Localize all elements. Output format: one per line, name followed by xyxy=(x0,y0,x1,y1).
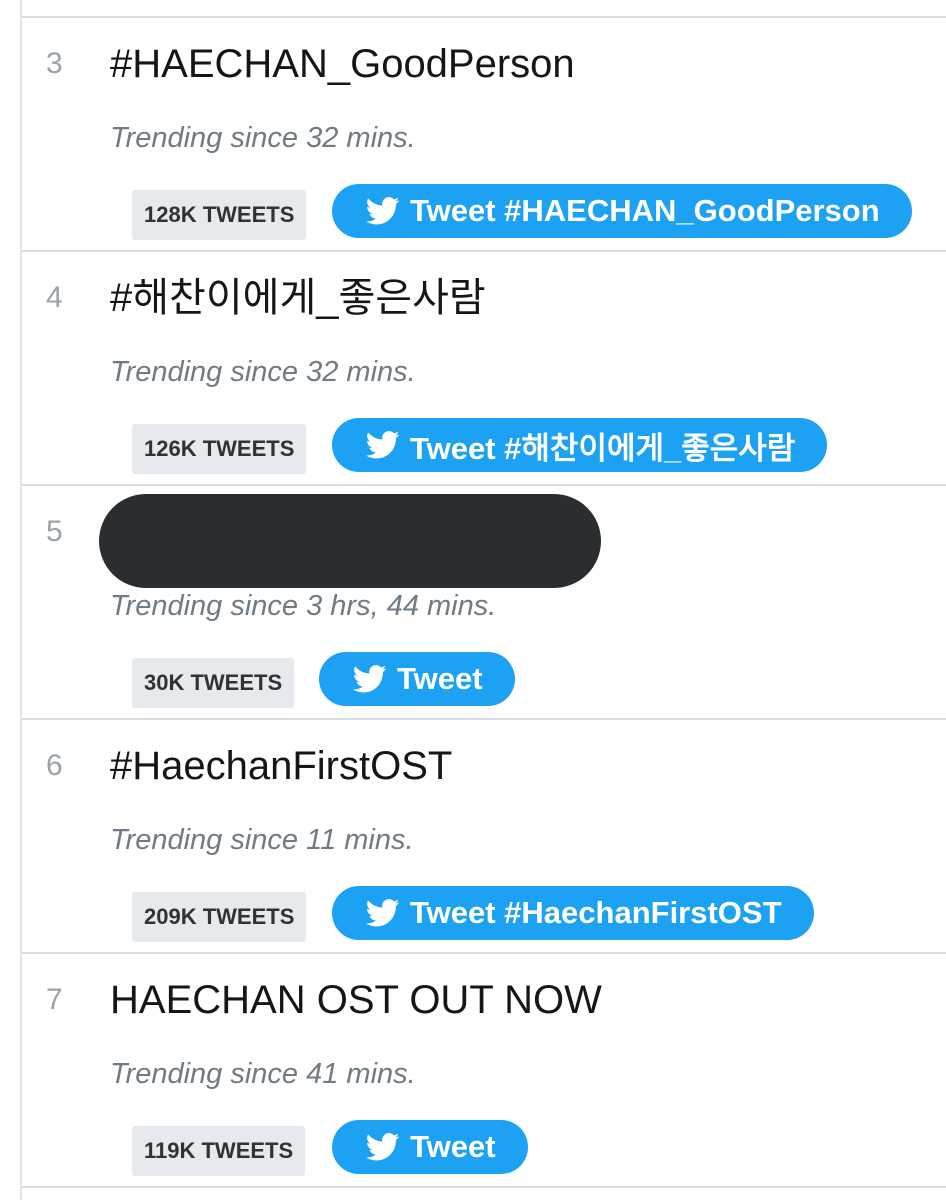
tweet-button[interactable]: Tweet xyxy=(332,1120,528,1174)
tweet-button-label: Tweet #HAECHAN_GoodPerson xyxy=(410,193,880,228)
trends-list: 3 #HAECHAN_GoodPerson Trending since 32 … xyxy=(20,0,946,1200)
tweet-count-badge: 119K TWEETS xyxy=(132,1126,306,1176)
trend-row[interactable]: 6 #HaechanFirstOST Trending since 11 min… xyxy=(22,720,946,954)
trending-since: Trending since 11 mins. xyxy=(110,824,414,856)
previous-trend-row xyxy=(22,0,946,18)
tweet-count-badge: 128K TWEETS xyxy=(132,190,307,240)
trend-name[interactable]: HAECHAN OST OUT NOW xyxy=(110,976,602,1024)
tweet-button[interactable]: Tweet #해찬이에게_좋은사람 xyxy=(332,418,828,472)
trend-row[interactable]: 5 Trending since 3 hrs, 44 mins. 30K TWE… xyxy=(22,486,946,720)
tweet-count-badge: 209K TWEETS xyxy=(132,892,307,942)
tweet-button-label: Tweet #해찬이에게_좋은사람 xyxy=(410,430,796,466)
trending-since: Trending since 32 mins. xyxy=(110,122,416,154)
trend-rank: 4 xyxy=(46,281,63,314)
trend-rank: 5 xyxy=(46,515,63,548)
tweet-button[interactable]: Tweet xyxy=(319,652,515,706)
trending-since: Trending since 3 hrs, 44 mins. xyxy=(110,590,497,622)
trend-row[interactable]: 4 #해찬이에게_좋은사람 Trending since 32 mins. 12… xyxy=(22,252,946,486)
redacted-trend-name xyxy=(99,494,601,588)
tweet-button[interactable]: Tweet #HaechanFirstOST xyxy=(332,886,814,940)
tweet-button-label: Tweet xyxy=(397,661,483,696)
twitter-bird-icon xyxy=(366,431,400,459)
trend-rank: 3 xyxy=(46,47,63,80)
trending-since: Trending since 41 mins. xyxy=(110,1058,416,1090)
tweet-button[interactable]: Tweet #HAECHAN_GoodPerson xyxy=(332,184,912,238)
trending-since: Trending since 32 mins. xyxy=(110,356,416,388)
trend-row[interactable]: 3 #HAECHAN_GoodPerson Trending since 32 … xyxy=(22,18,946,252)
tweet-count-badge: 30K TWEETS xyxy=(132,658,295,708)
twitter-bird-icon xyxy=(366,1133,400,1161)
trend-row[interactable]: 7 HAECHAN OST OUT NOW Trending since 41 … xyxy=(22,954,946,1188)
twitter-bird-icon xyxy=(366,197,400,225)
trend-rank: 6 xyxy=(46,749,63,782)
trend-name[interactable]: #HaechanFirstOST xyxy=(110,742,452,790)
trend-name[interactable]: #HAECHAN_GoodPerson xyxy=(110,40,575,88)
trend-name[interactable]: #해찬이에게_좋은사람 xyxy=(110,274,486,322)
tweet-button-label: Tweet xyxy=(410,1129,496,1164)
tweet-button-label: Tweet #HaechanFirstOST xyxy=(410,895,782,930)
tweet-count-badge: 126K TWEETS xyxy=(132,424,307,474)
twitter-bird-icon xyxy=(353,665,387,693)
twitter-bird-icon xyxy=(366,899,400,927)
trend-rank: 7 xyxy=(46,983,63,1016)
